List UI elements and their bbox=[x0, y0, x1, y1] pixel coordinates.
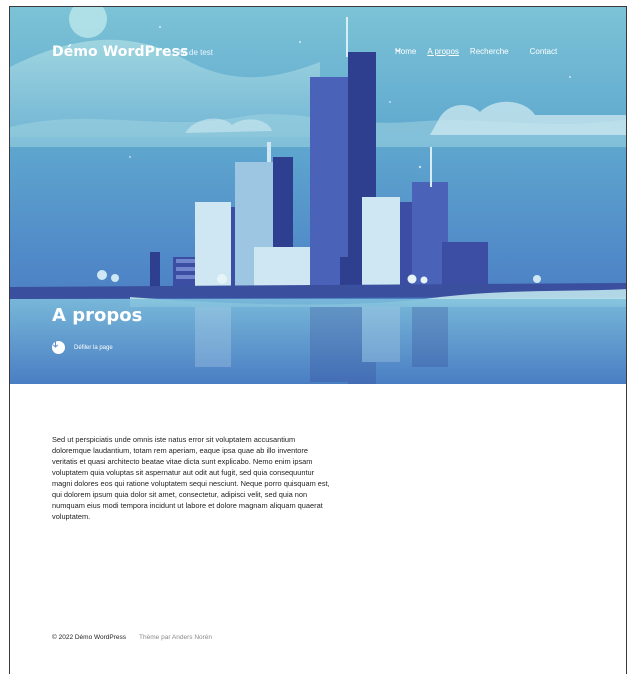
page-content: Sed ut perspiciatis unde omnis iste natu… bbox=[52, 434, 332, 522]
site-header: Démo WordPress Site de test Home A propo… bbox=[10, 7, 626, 97]
nav-item-label: Recherche bbox=[469, 47, 509, 56]
arrow-down-icon bbox=[52, 341, 65, 354]
nav-item-label: Contact bbox=[529, 47, 558, 56]
scroll-down-link[interactable]: Défiler la page bbox=[52, 341, 113, 354]
footer-credit[interactable]: Thème par Anders Norén bbox=[139, 634, 212, 641]
hero-banner: Démo WordPress Site de test Home A propo… bbox=[10, 7, 626, 384]
nav-item-label: A propos bbox=[427, 47, 459, 56]
chevron-down-icon bbox=[395, 48, 519, 55]
scroll-down-label: Défiler la page bbox=[74, 344, 113, 351]
primary-nav: Home A propos Recherche Contact bbox=[395, 47, 568, 56]
page-title: A propos bbox=[52, 305, 143, 326]
nav-item-a-propos[interactable]: A propos bbox=[427, 47, 459, 56]
nav-item-recherche[interactable]: Recherche bbox=[395, 47, 519, 56]
footer-copyright[interactable]: © 2022 Démo WordPress bbox=[52, 634, 126, 641]
browser-frame: Démo WordPress Site de test Home A propo… bbox=[9, 6, 627, 674]
site-footer: © 2022 Démo WordPress Thème par Anders N… bbox=[52, 634, 212, 641]
nav-item-contact[interactable]: Contact bbox=[530, 47, 558, 56]
site-title[interactable]: Démo WordPress bbox=[52, 44, 188, 60]
site-description: Site de test bbox=[173, 48, 214, 57]
content-paragraph: Sed ut perspiciatis unde omnis iste natu… bbox=[52, 435, 330, 521]
